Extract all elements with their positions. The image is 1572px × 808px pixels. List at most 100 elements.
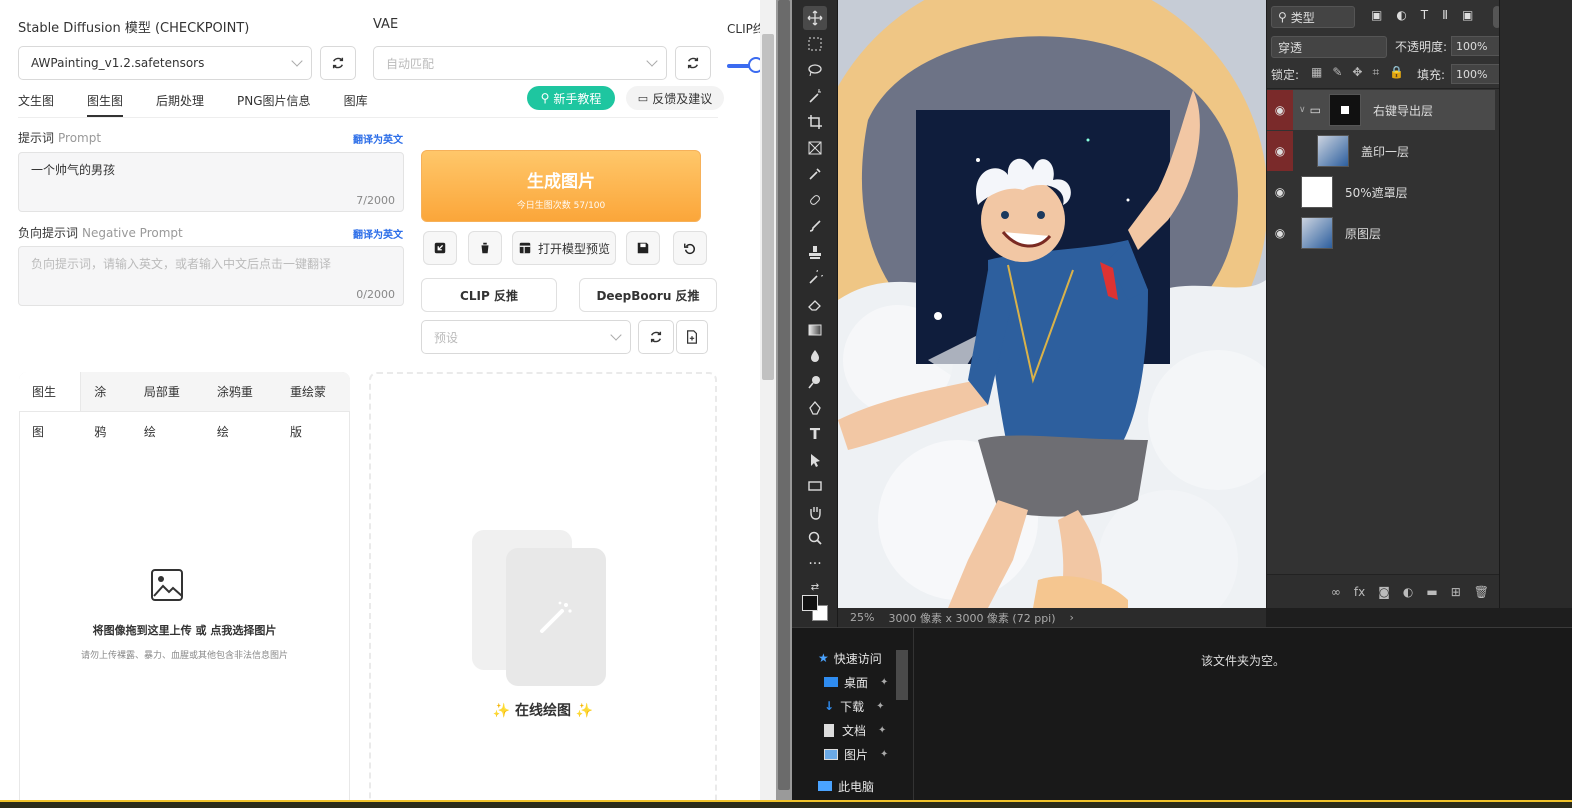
layer-filter-select[interactable]: ⚲ 类型 bbox=[1271, 6, 1355, 28]
nav-downloads[interactable]: ↓ 下载 ✦ bbox=[806, 694, 910, 718]
lock-icons[interactable]: ▦✎✥⌗🔒 bbox=[1311, 65, 1414, 80]
preset-select[interactable]: 预设 bbox=[421, 320, 631, 354]
layer-row[interactable]: ◉ 盖印一层 bbox=[1267, 131, 1495, 171]
eye-icon[interactable]: ◉ bbox=[1267, 90, 1293, 130]
hand-tool-icon[interactable] bbox=[803, 500, 827, 524]
magic-wand-tool-icon[interactable] bbox=[803, 84, 827, 108]
feedback-button[interactable]: ▭ 反馈及建议 bbox=[626, 86, 724, 110]
nav-desktop[interactable]: 桌面 ✦ bbox=[806, 670, 910, 694]
nav-scrollbar[interactable] bbox=[896, 650, 908, 700]
generate-button[interactable]: 生成图片 今日生图次数 57/100 bbox=[421, 150, 701, 222]
layer-name[interactable]: 原图层 bbox=[1345, 225, 1381, 242]
subtab-inpaint-sketch[interactable]: 涂鸦重绘 bbox=[204, 372, 277, 439]
translate-prompt-link[interactable]: 翻译为英文 bbox=[353, 131, 403, 146]
nav-this-pc[interactable]: 此电脑 bbox=[806, 774, 910, 798]
outer-scrollbar-thumb[interactable] bbox=[778, 0, 790, 790]
layer-name[interactable]: 50%遮罩层 bbox=[1345, 184, 1408, 201]
translate-negative-link[interactable]: 翻译为英文 bbox=[353, 226, 403, 241]
tab-img2img[interactable]: 图生图 bbox=[87, 92, 124, 117]
stamp-tool-icon[interactable] bbox=[803, 240, 827, 264]
opacity-input[interactable]: 100% bbox=[1451, 36, 1501, 56]
page-scrollbar[interactable] bbox=[760, 0, 776, 800]
nav-pictures[interactable]: 图片 ✦ bbox=[806, 742, 910, 766]
trash-button[interactable] bbox=[468, 231, 502, 265]
refresh-preset-button[interactable] bbox=[638, 320, 674, 354]
history-brush-tool-icon[interactable] bbox=[803, 266, 827, 290]
mask-icon[interactable]: ◙ bbox=[1378, 585, 1390, 599]
magic-wand-icon[interactable] bbox=[506, 548, 606, 686]
chevron-right-icon[interactable]: › bbox=[1070, 611, 1074, 624]
eraser-tool-icon[interactable] bbox=[803, 292, 827, 316]
fx-icon[interactable]: fx bbox=[1354, 585, 1365, 599]
tab-postprocess[interactable]: 后期处理 bbox=[156, 92, 204, 117]
eye-icon[interactable]: ◉ bbox=[1267, 213, 1293, 253]
document-canvas-area[interactable] bbox=[838, 0, 1266, 608]
nav-documents[interactable]: 文档 ✦ bbox=[806, 718, 910, 742]
save-button[interactable] bbox=[626, 231, 660, 265]
checkpoint-select[interactable]: AWPainting_v1.2.safetensors bbox=[18, 46, 312, 80]
eye-icon[interactable]: ◉ bbox=[1267, 172, 1293, 212]
prompt-input[interactable]: 一个帅气的男孩 7/2000 bbox=[18, 152, 404, 212]
subtab-inpaint-upload[interactable]: 重绘蒙版 bbox=[277, 372, 350, 439]
chevron-down-icon[interactable]: ∨ bbox=[1299, 105, 1306, 115]
send-down-button[interactable] bbox=[423, 231, 457, 265]
negative-prompt-input[interactable]: 负向提示词，请输入英文，或者输入中文后点击一键翻译 0/2000 bbox=[18, 246, 404, 306]
online-draw-label[interactable]: ✨ 在线绘图 ✨ bbox=[369, 700, 717, 720]
vae-select[interactable]: 自动匹配 bbox=[373, 46, 667, 80]
layer-row[interactable]: ◉ 原图层 bbox=[1267, 213, 1495, 253]
reset-button[interactable] bbox=[673, 231, 707, 265]
subtab-sketch[interactable]: 涂鸦 bbox=[81, 372, 131, 439]
zoom-tool-icon[interactable] bbox=[803, 526, 827, 550]
chevron-down-icon bbox=[610, 329, 622, 341]
subtab-inpaint[interactable]: 局部重绘 bbox=[131, 372, 204, 439]
tab-png-info[interactable]: PNG图片信息 bbox=[237, 92, 311, 117]
refresh-checkpoint-button[interactable] bbox=[320, 46, 356, 80]
adjustment-icon[interactable]: ◐ bbox=[1403, 585, 1413, 599]
crop-tool-icon[interactable] bbox=[803, 110, 827, 134]
marquee-tool-icon[interactable] bbox=[803, 32, 827, 56]
layer-row[interactable]: ◉ 50%遮罩层 bbox=[1267, 172, 1495, 212]
folder-icon[interactable]: ▬ bbox=[1426, 585, 1437, 599]
open-model-preview-button[interactable]: 打开模型预览 bbox=[512, 231, 616, 265]
new-layer-icon[interactable]: ⊞ bbox=[1451, 585, 1461, 599]
blur-tool-icon[interactable] bbox=[803, 344, 827, 368]
type-tool-icon[interactable]: T bbox=[803, 422, 827, 446]
subtab-img2img[interactable]: 图生图 bbox=[19, 372, 82, 439]
tab-gallery[interactable]: 图库 bbox=[344, 92, 368, 117]
rectangle-tool-icon[interactable] bbox=[803, 474, 827, 498]
page-scrollbar-thumb[interactable] bbox=[762, 34, 774, 380]
layer-name[interactable]: 右键导出层 bbox=[1373, 102, 1433, 119]
frame-tool-icon[interactable] bbox=[803, 136, 827, 160]
layer-row[interactable]: ◉ ∨ ▭ 右键导出层 bbox=[1267, 90, 1495, 130]
layer-filter-icons[interactable]: ▣◐TⅡ▣ bbox=[1371, 8, 1487, 22]
upload-title[interactable]: 将图像拖到这里上传 或 点我选择图片 bbox=[19, 622, 350, 638]
eyedropper-tool-icon[interactable] bbox=[803, 162, 827, 186]
deepbooru-interrogate-button[interactable]: DeepBooru 反推 bbox=[579, 278, 717, 312]
refresh-vae-button[interactable] bbox=[675, 46, 711, 80]
clip-interrogate-button[interactable]: CLIP 反推 bbox=[421, 278, 557, 312]
foreground-color-swatch[interactable] bbox=[802, 595, 818, 611]
add-preset-button[interactable] bbox=[676, 320, 708, 354]
healing-brush-tool-icon[interactable] bbox=[803, 188, 827, 212]
link-icon[interactable]: ∞ bbox=[1331, 585, 1341, 599]
nav-quick-access[interactable]: ★ 快速访问 bbox=[806, 646, 910, 670]
zoom-level[interactable]: 25% bbox=[850, 611, 874, 624]
lasso-tool-icon[interactable] bbox=[803, 58, 827, 82]
tab-txt2img[interactable]: 文生图 bbox=[18, 92, 54, 117]
trash-icon[interactable]: 🗑 bbox=[1474, 585, 1489, 599]
eye-icon[interactable]: ◉ bbox=[1267, 131, 1293, 171]
brush-tool-icon[interactable] bbox=[803, 214, 827, 238]
path-select-tool-icon[interactable] bbox=[803, 448, 827, 472]
layer-name[interactable]: 盖印一层 bbox=[1361, 143, 1409, 160]
gradient-tool-icon[interactable] bbox=[803, 318, 827, 342]
img2img-subtabs: 图生图 涂鸦 局部重绘 涂鸦重绘 重绘蒙版 bbox=[19, 372, 350, 439]
fill-input[interactable]: 100% bbox=[1451, 64, 1501, 84]
outer-scrollbar[interactable] bbox=[776, 0, 792, 800]
tutorial-button[interactable]: ⚲ 新手教程 bbox=[527, 86, 615, 110]
more-tools-icon[interactable]: ··· bbox=[803, 552, 827, 576]
image-upload-icon[interactable] bbox=[150, 568, 184, 605]
dodge-tool-icon[interactable] bbox=[803, 370, 827, 394]
pen-tool-icon[interactable] bbox=[803, 396, 827, 420]
blend-mode-select[interactable]: 穿透 bbox=[1271, 36, 1387, 58]
move-tool-icon[interactable] bbox=[803, 6, 827, 30]
